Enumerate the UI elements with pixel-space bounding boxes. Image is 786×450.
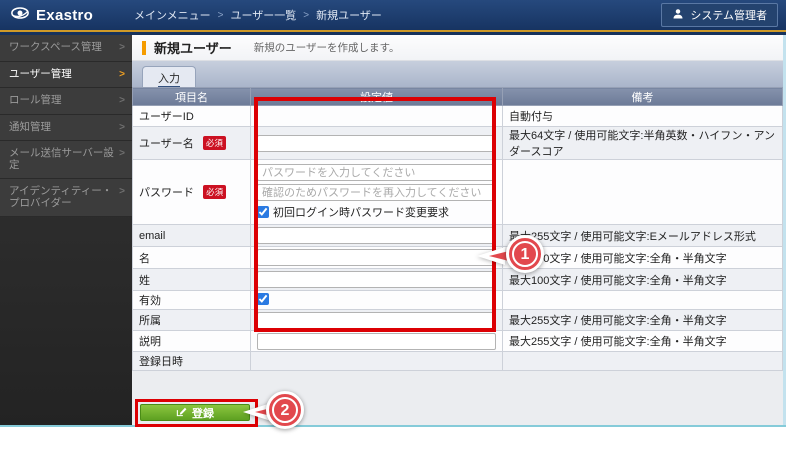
register-button[interactable]: 登録 [140,404,250,421]
sidebar-item-identity-provider[interactable]: アイデンティティー・プロバイダー > [0,179,132,217]
chevron-right-icon: > [119,122,125,133]
table-row-enabled: 有効 [133,291,783,310]
email-input[interactable] [257,227,496,244]
exastro-logo[interactable]: Exastro [10,6,134,25]
user-label: システム管理者 [690,7,767,23]
table-row-registered-datetime: 登録日時 [133,352,783,371]
settings-table: 項目名 設定値 備考 ユーザーID 自動付与 ユーザー名 必須 [132,87,783,371]
row-label: 所属 [139,315,161,327]
chevron-right-icon: > [119,148,125,159]
user-icon [672,8,684,23]
row-label: パスワード [139,187,194,199]
enabled-checkbox[interactable] [257,293,269,305]
row-remark: 最大255文字 / 使用可能文字:全角・半角文字 [503,331,783,352]
sidebar-item-workspace-management[interactable]: ワークスペース管理 > [0,35,132,62]
tab-strip: 入力 [132,61,783,87]
row-label: 有効 [139,295,161,307]
column-header-item-name: 項目名 [133,88,251,106]
row-remark: 最大255文字 / 使用可能文字:全角・半角文字 [503,310,783,331]
page-subtitle: 新規のユーザーを作成します。 [254,40,400,55]
row-label: 説明 [139,336,161,348]
row-label: 姓 [139,275,150,287]
required-badge: 必須 [203,136,226,150]
registered-datetime-value-cell [251,352,503,371]
row-label: ユーザーID [139,111,194,123]
table-row-first-name: 名 最大100文字 / 使用可能文字:全角・半角文字 [133,247,783,269]
table-row-last-name: 姓 最大100文字 / 使用可能文字:全角・半角文字 [133,269,783,291]
chevron-right-icon: > [119,95,125,106]
row-remark: 最大100文字 / 使用可能文字:全角・半角文字 [503,247,783,269]
row-remark [503,352,783,371]
register-button-label: 登録 [192,405,214,421]
table-row-description: 説明 最大255文字 / 使用可能文字:全角・半角文字 [133,331,783,352]
page-title: 新規ユーザー [154,38,232,57]
row-remark: 自動付与 [503,106,783,127]
user-name-input[interactable] [257,135,496,152]
table-row-user-name: ユーザー名 必須 最大64文字 / 使用可能文字:半角英数・ハイフン・アンダース… [133,127,783,160]
row-remark: 最大255文字 / 使用可能文字:Eメールアドレス形式 [503,225,783,247]
breadcrumb: メインメニュー > ユーザー一覧 > 新規ユーザー [134,7,382,23]
required-badge: 必須 [203,185,226,199]
sidebar-item-mail-server-settings[interactable]: メール送信サーバー設定 > [0,141,132,179]
table-row-user-id: ユーザーID 自動付与 [133,106,783,127]
table-row-affiliation: 所属 最大255文字 / 使用可能文字:全角・半角文字 [133,310,783,331]
breadcrumb-new-user: 新規ユーザー [316,7,382,23]
row-remark: 最大64文字 / 使用可能文字:半角英数・ハイフン・アンダースコア [503,127,783,160]
row-remark [503,160,783,225]
row-label: email [139,230,165,242]
page-title-bar: 新規ユーザー 新規のユーザーを作成します。 [132,35,783,61]
affiliation-input[interactable] [257,312,496,329]
column-header-remarks: 備考 [503,88,783,106]
chevron-right-icon: > [119,186,125,197]
row-label: 名 [139,253,150,265]
column-header-setting-value: 設定値 [251,88,503,106]
sidebar: ワークスペース管理 > ユーザー管理 > ロール管理 > 通知管理 > メール送… [0,35,132,425]
user-id-value-cell [251,106,503,127]
sidebar-item-role-management[interactable]: ロール管理 > [0,88,132,115]
table-header-row: 項目名 設定値 備考 [133,88,783,106]
first-name-input[interactable] [257,249,496,266]
password-change-required-label: 初回ログイン時パスワード変更要求 [273,204,449,220]
table-row-password: パスワード 必須 初回ログイン時パスワード変更要求 [133,160,783,225]
password-input[interactable] [257,164,496,181]
logo-text: Exastro [36,7,93,24]
breadcrumb-separator: > [218,10,224,21]
last-name-input[interactable] [257,271,496,288]
chevron-right-icon: > [119,69,125,80]
row-label: 登録日時 [139,356,183,368]
header-bar: Exastro メインメニュー > ユーザー一覧 > 新規ユーザー システム管理… [0,0,786,30]
row-label: ユーザー名 [139,138,194,150]
password-confirm-input[interactable] [257,184,496,201]
tab-input[interactable]: 入力 [142,66,196,88]
breadcrumb-main-menu[interactable]: メインメニュー [134,7,211,23]
chevron-right-icon: > [119,42,125,53]
row-remark: 最大100文字 / 使用可能文字:全角・半角文字 [503,269,783,291]
password-change-required-checkbox[interactable] [257,206,269,218]
sidebar-item-user-management[interactable]: ユーザー管理 > [0,62,132,89]
exastro-logo-icon [10,6,30,25]
description-input[interactable] [257,333,496,350]
title-accent-bar [142,41,146,55]
table-row-email: email 最大255文字 / 使用可能文字:Eメールアドレス形式 [133,225,783,247]
breadcrumb-separator: > [303,10,309,21]
breadcrumb-user-list[interactable]: ユーザー一覧 [231,7,297,23]
user-menu[interactable]: システム管理者 [661,3,778,27]
sidebar-item-notification-management[interactable]: 通知管理 > [0,115,132,142]
edit-icon [176,406,187,420]
row-remark [503,291,783,310]
content-panel: 新規ユーザー 新規のユーザーを作成します。 入力 項目名 設定値 備考 ユーザー… [132,35,786,425]
